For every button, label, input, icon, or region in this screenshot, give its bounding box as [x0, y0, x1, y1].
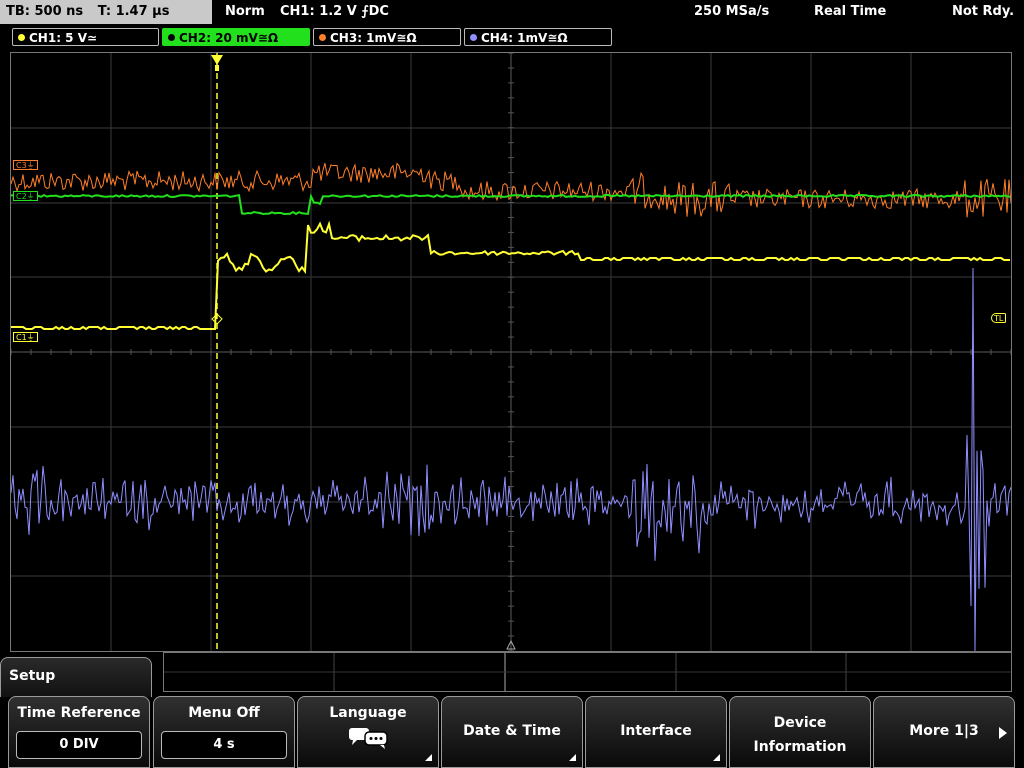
time-reference-value: 0 DIV — [16, 731, 142, 759]
zoom-strip — [163, 652, 1012, 692]
channel-3-ground-marker[interactable]: C3⏚ — [13, 160, 38, 170]
menu-off-value: 4 s — [161, 731, 287, 759]
channel-1-ground-marker[interactable]: C1⏚ — [13, 332, 38, 342]
channel-3-color-dot — [319, 34, 326, 41]
acquisition-mode: Real Time — [814, 4, 887, 19]
waveform-display[interactable]: C3⏚ C2⏚ C1⏚ TL — [10, 52, 1012, 652]
trigger-level-marker[interactable]: TL — [991, 313, 1007, 323]
submenu-indicator-icon — [425, 754, 432, 761]
sample-rate: 250 MSa/s — [694, 4, 770, 19]
device-information-label: Device Information — [753, 715, 847, 755]
channel-3-label[interactable]: CH3: 1mV≅Ω — [313, 28, 461, 46]
strip-grid — [164, 653, 1011, 691]
interface-softkey[interactable]: Interface — [585, 696, 727, 768]
language-label: Language — [329, 705, 407, 721]
menu-off-softkey[interactable]: Menu Off 4 s — [153, 696, 295, 768]
speech-bubbles-icon — [349, 728, 388, 749]
channel-4-color-dot — [470, 34, 477, 41]
channel-2-color-dot — [168, 34, 175, 41]
trigger-time-value: T: 1.47 µs — [97, 4, 170, 19]
channel-4-label[interactable]: CH4: 1mV≅Ω — [464, 28, 612, 46]
timebase-box[interactable]: TB: 500 ns T: 1.47 µs — [0, 0, 212, 24]
trigger-position-marker-icon — [211, 55, 223, 65]
acquisition-status: Not Rdy. — [952, 4, 1015, 19]
date-time-label: Date & Time — [463, 723, 561, 739]
device-information-softkey[interactable]: Device Information — [729, 696, 871, 768]
menu-title-tab: Setup — [0, 657, 152, 697]
menu-off-label: Menu Off — [188, 705, 260, 721]
time-reference-softkey[interactable]: Time Reference 0 DIV — [8, 696, 150, 768]
more-softkey[interactable]: More 1|3 — [873, 696, 1015, 768]
language-softkey[interactable]: Language — [297, 696, 439, 768]
menu-title: Setup — [9, 668, 56, 684]
more-label: More 1|3 — [909, 723, 979, 739]
channel-1-label[interactable]: CH1: 5 V≃ — [12, 28, 159, 46]
next-page-arrow-icon — [999, 727, 1007, 739]
channel-1-color-dot — [18, 34, 25, 41]
trigger-position-stem — [215, 65, 219, 71]
trigger-info[interactable]: CH1: 1.2 V ⨍DC — [280, 0, 389, 24]
waveform-canvas — [11, 53, 1011, 651]
status-bar: TB: 500 ns T: 1.47 µs Norm CH1: 1.2 V ⨍D… — [0, 0, 1024, 24]
trigger-mode[interactable]: Norm — [225, 0, 265, 24]
date-time-softkey[interactable]: Date & Time — [441, 696, 583, 768]
timebase-value: TB: 500 ns — [6, 4, 84, 19]
time-reference-label: Time Reference — [17, 705, 141, 721]
interface-label: Interface — [620, 723, 692, 739]
channel-bar: CH1: 5 V≃ CH2: 20 mV≅Ω CH3: 1mV≅Ω CH4: 1… — [0, 26, 1024, 48]
softkey-bar: Time Reference 0 DIV Menu Off 4 s Langua… — [0, 696, 1024, 768]
submenu-indicator-icon — [713, 754, 720, 761]
channel-2-label[interactable]: CH2: 20 mV≅Ω — [162, 28, 310, 46]
submenu-indicator-icon — [569, 754, 576, 761]
channel-2-ground-marker[interactable]: C2⏚ — [13, 191, 38, 201]
